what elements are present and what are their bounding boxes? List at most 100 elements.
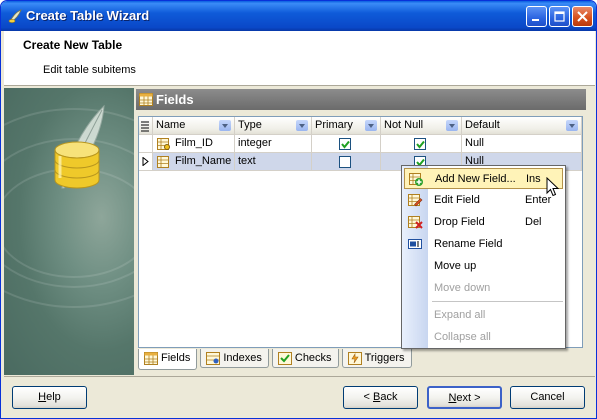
cancel-button[interactable]: Cancel (510, 386, 585, 409)
rename-field-icon (408, 239, 422, 249)
fields-panel-title: Fields (156, 92, 194, 107)
mouse-pointer-icon (546, 177, 560, 197)
not-null-checkbox[interactable] (414, 138, 426, 150)
help-button[interactable]: Help (12, 386, 87, 409)
tab-indexes[interactable]: Indexes (200, 349, 269, 368)
default-cell[interactable]: Null (462, 135, 582, 153)
menu-item-drop-field[interactable]: Drop Field Del (404, 212, 563, 233)
fields-panel-header: Fields (136, 89, 586, 110)
wizard-side-image (4, 88, 134, 375)
menu-item-edit-field[interactable]: Edit Field Enter (404, 190, 563, 211)
column-header-primary[interactable]: Primary (312, 117, 381, 135)
close-button[interactable] (572, 6, 593, 27)
menu-item-collapse-all[interactable]: Collapse all (404, 327, 563, 348)
menu-item-rename-field[interactable]: Rename Field (404, 234, 563, 255)
next-button[interactable]: Next > (427, 386, 502, 409)
column-header-default-label: Default (465, 119, 500, 131)
subitem-tabs: Fields Indexes Checks Triggers (138, 349, 415, 370)
table-icon (139, 93, 153, 106)
menu-item-label: Rename Field (434, 238, 503, 250)
column-header-not-null-label: Not Null (384, 119, 424, 131)
column-header-not-null[interactable]: Not Null (381, 117, 462, 135)
primary-cell[interactable] (312, 135, 381, 153)
triggers-tab-icon (347, 352, 362, 365)
checkmark-icon (341, 140, 350, 149)
page-subtitle: Edit table subitems (43, 64, 136, 76)
column-header-name[interactable]: Name (153, 117, 235, 135)
tab-triggers[interactable]: Triggers (341, 349, 412, 368)
primary-checkbox[interactable] (339, 138, 351, 150)
back-button[interactable]: < Back (343, 386, 418, 409)
grid-header: Name Type Primary Not Null Default (139, 117, 582, 135)
menu-separator (432, 301, 563, 302)
table-row[interactable]: Film_ID integer Null (139, 135, 582, 153)
maximize-button[interactable] (549, 6, 570, 27)
column-header-type-label: Type (238, 119, 262, 131)
menu-item-expand-all[interactable]: Expand all (404, 305, 563, 326)
menu-item-label: Add New Field... (435, 173, 516, 185)
tab-fields-label: Fields (161, 352, 191, 364)
menu-item-shortcut: Ins (526, 173, 541, 185)
primary-cell[interactable] (312, 153, 381, 171)
help-button-mnemonic: H (38, 391, 47, 403)
row-indicator[interactable] (139, 135, 153, 153)
field-name-cell[interactable]: Film_ID (153, 135, 235, 153)
close-icon (577, 11, 588, 22)
database-feather-icon (54, 104, 105, 189)
checkmark-icon (416, 140, 425, 149)
field-name-text: Film_Name (175, 155, 232, 167)
back-button-label: ack (380, 391, 398, 403)
menu-item-move-down[interactable]: Move down (404, 278, 563, 299)
column-header-type[interactable]: Type (235, 117, 312, 135)
app-feather-icon (8, 9, 22, 23)
column-header-name-label: Name (156, 119, 186, 131)
row-indicator[interactable] (139, 153, 153, 171)
next-button-label: ext > (456, 392, 481, 404)
cancel-button-label: Cancel (530, 391, 565, 403)
page-title: Create New Table (23, 38, 123, 52)
filter-dropdown-icon[interactable] (219, 120, 231, 131)
window-title: Create Table Wizard (26, 8, 150, 23)
minimize-button[interactable] (526, 6, 547, 27)
filter-dropdown-icon[interactable] (446, 120, 458, 131)
menu-item-label: Collapse all (434, 331, 491, 343)
tab-fields[interactable]: Fields (138, 349, 198, 370)
menu-item-add-new-field[interactable]: Add New Field... Ins (404, 168, 563, 189)
menu-item-label: Move down (434, 282, 491, 294)
edit-field-icon (408, 194, 423, 207)
field-type-text: integer (238, 137, 272, 149)
field-name-text: Film_ID (175, 137, 213, 149)
create-table-wizard-window: Create Table Wizard Create New Table Edi… (0, 0, 597, 419)
help-button-label: elp (46, 391, 61, 403)
field-type-cell[interactable]: integer (235, 135, 312, 153)
menu-item-shortcut: Del (525, 216, 542, 228)
tab-triggers-label: Triggers (364, 352, 405, 364)
fields-tab-icon (144, 352, 158, 365)
filter-dropdown-icon[interactable] (365, 120, 377, 131)
context-menu: Add New Field... Ins Edit Field Enter Dr… (401, 165, 566, 349)
menu-item-label: Edit Field (434, 194, 480, 206)
title-bar[interactable]: Create Table Wizard (1, 1, 596, 31)
grid-column-chooser[interactable] (139, 117, 153, 135)
column-header-default[interactable]: Default (462, 117, 582, 135)
menu-item-move-up[interactable]: Move up (404, 256, 563, 277)
default-value-text: Null (465, 137, 484, 149)
field-type-cell[interactable]: text (235, 153, 312, 171)
wizard-header: Create New Table Edit table subitems (4, 31, 595, 86)
menu-item-label: Expand all (434, 309, 486, 321)
column-header-primary-label: Primary (315, 119, 353, 131)
filter-dropdown-icon[interactable] (296, 120, 308, 131)
tab-indexes-label: Indexes (223, 352, 262, 364)
checks-tab-icon (277, 352, 292, 365)
primary-checkbox[interactable] (339, 156, 351, 168)
back-button-arrow: < (363, 391, 373, 403)
indexes-tab-icon (206, 352, 221, 365)
field-name-cell[interactable]: Film_Name (153, 153, 235, 171)
not-null-cell[interactable] (381, 135, 462, 153)
maximize-icon (554, 11, 565, 22)
field-type-text: text (238, 155, 256, 167)
menu-item-label: Move up (434, 260, 477, 272)
filter-dropdown-icon[interactable] (566, 120, 578, 131)
drop-field-icon (408, 216, 423, 229)
tab-checks[interactable]: Checks (271, 349, 339, 368)
